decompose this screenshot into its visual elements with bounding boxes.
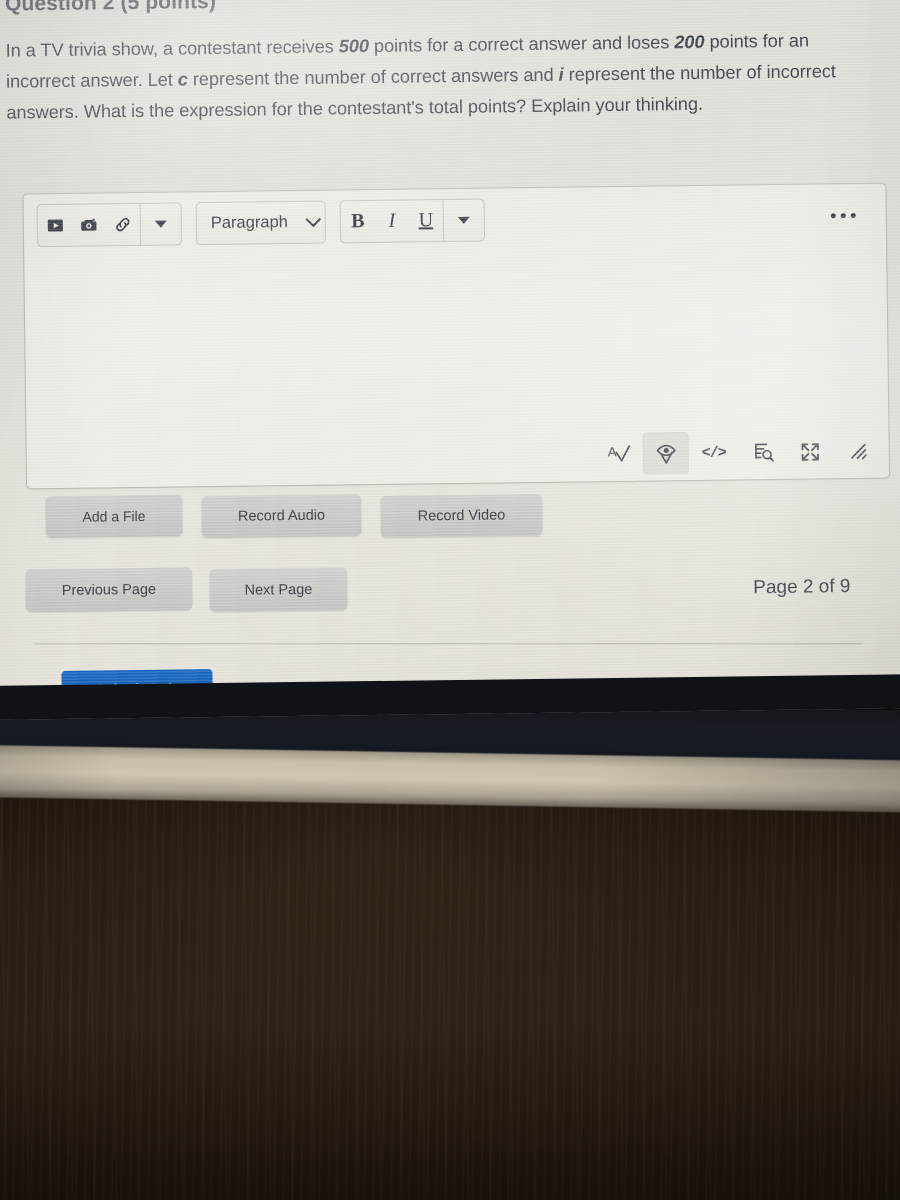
format-more-chevron-down-icon[interactable] bbox=[444, 199, 485, 240]
accessibility-checker-icon[interactable] bbox=[642, 432, 690, 475]
svg-text:A: A bbox=[607, 444, 616, 459]
prompt-segment: In a TV trivia show, a contestant receiv… bbox=[5, 36, 339, 61]
overflow-menu-icon[interactable] bbox=[822, 202, 864, 229]
insert-link-icon[interactable] bbox=[106, 203, 141, 244]
insert-more-chevron-down-icon[interactable] bbox=[141, 203, 182, 244]
toolbar-format-group: B I U bbox=[339, 198, 486, 243]
spellcheck-icon[interactable]: A bbox=[594, 433, 641, 476]
monitor-screen: Question 2 (5 points) In a TV trivia sho… bbox=[0, 0, 900, 721]
prompt-segment: represent the number of correct answers … bbox=[187, 64, 559, 90]
record-audio-button[interactable]: Record Audio bbox=[201, 494, 362, 539]
chevron-down-glyph bbox=[457, 216, 470, 224]
prompt-value-incorrect: 200 bbox=[674, 31, 705, 53]
record-video-button[interactable]: Record Video bbox=[380, 493, 543, 538]
chevron-down-icon bbox=[305, 211, 322, 227]
footer-divider bbox=[34, 643, 863, 645]
italic-label: I bbox=[388, 209, 396, 232]
bold-button[interactable]: B bbox=[341, 200, 376, 241]
quiz-page: Question 2 (5 points) In a TV trivia sho… bbox=[0, 0, 900, 711]
overflow-dot bbox=[850, 212, 856, 218]
toolbar-insert-group bbox=[36, 201, 183, 247]
fullscreen-icon[interactable] bbox=[786, 430, 833, 473]
word-count-icon[interactable] bbox=[738, 431, 785, 474]
question-header: Question 2 (5 points) bbox=[4, 0, 217, 16]
insert-image-icon[interactable] bbox=[72, 204, 107, 245]
prompt-value-correct: 500 bbox=[338, 36, 370, 57]
question-prompt: In a TV trivia show, a contestant receiv… bbox=[5, 25, 878, 129]
rich-text-editor[interactable]: Paragraph B I U A </> bbox=[22, 182, 891, 490]
photo-scene: Question 2 (5 points) In a TV trivia sho… bbox=[0, 0, 900, 1200]
overflow-dot bbox=[830, 212, 836, 218]
prompt-variable-c: c bbox=[177, 69, 188, 90]
paragraph-style-value: Paragraph bbox=[210, 212, 288, 232]
code-glyph: </> bbox=[701, 444, 726, 462]
add-a-file-button[interactable]: Add a File bbox=[45, 494, 183, 539]
page-indicator: Page 2 of 9 bbox=[753, 576, 851, 599]
resize-handle-icon[interactable] bbox=[834, 430, 881, 473]
next-page-button[interactable]: Next Page bbox=[209, 567, 348, 613]
paragraph-style-select[interactable]: Paragraph bbox=[195, 200, 327, 245]
editor-toolbar: Paragraph B I U bbox=[23, 184, 886, 257]
bold-label: B bbox=[351, 209, 365, 232]
underline-label: U bbox=[418, 208, 434, 231]
chevron-down-glyph bbox=[154, 220, 167, 228]
editor-content-area[interactable] bbox=[36, 246, 876, 437]
html-editor-icon[interactable]: </> bbox=[690, 431, 737, 474]
previous-page-button[interactable]: Previous Page bbox=[25, 567, 193, 613]
underline-button[interactable]: U bbox=[409, 200, 444, 241]
prompt-segment: points for a correct answer and loses bbox=[368, 32, 675, 57]
overflow-dot bbox=[840, 212, 846, 218]
italic-button[interactable]: I bbox=[375, 200, 410, 241]
insert-media-icon[interactable] bbox=[38, 204, 73, 245]
editor-status-bar: A </> bbox=[594, 428, 881, 478]
